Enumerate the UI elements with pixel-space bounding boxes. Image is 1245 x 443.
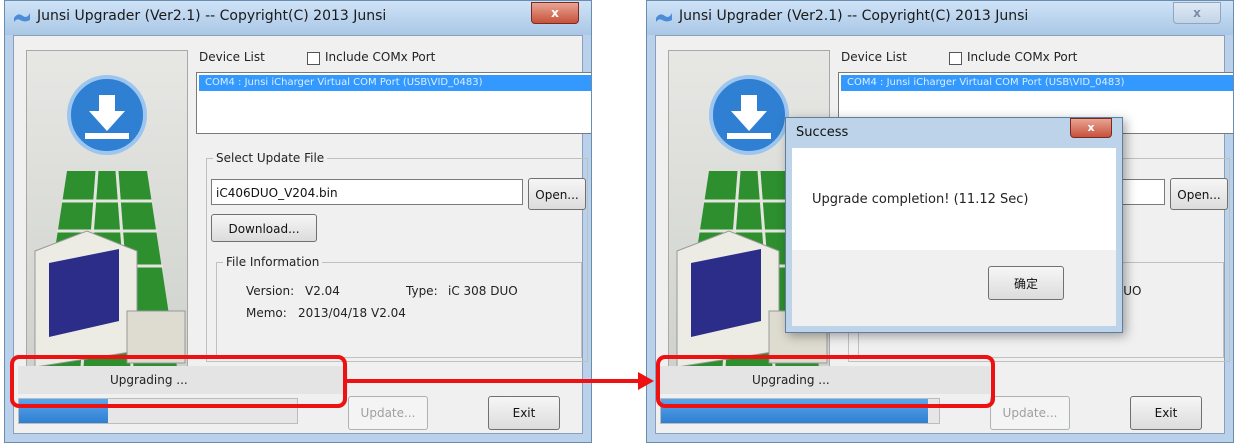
dialog-close-button[interactable]: x [1070,118,1112,138]
dialog-body: Upgrade completion! (11.12 Sec) [792,148,1116,250]
annotation-highlight-right [656,355,995,408]
dialog-message: Upgrade completion! (11.12 Sec) [812,192,1029,207]
type-value: iC 308 DUO [448,284,518,298]
window-title: Junsi Upgrader (Ver2.1) -- Copyright(C) … [37,8,387,24]
include-com-label: Include COMx Port [967,50,1078,64]
include-com-label: Include COMx Port [325,50,436,64]
open-button[interactable]: Open... [528,178,586,210]
device-listbox[interactable]: COM4 : Junsi iCharger Virtual COM Port (… [196,72,591,134]
close-button[interactable]: x [531,2,579,24]
memo-label: Memo: [246,306,287,320]
device-list-label: Device List [841,50,907,64]
version-value: V2.04 [305,284,340,298]
ok-button[interactable]: 确定 [988,266,1064,300]
include-com-checkbox[interactable] [949,52,962,65]
window-title: Junsi Upgrader (Ver2.1) -- Copyright(C) … [679,8,1029,24]
update-button[interactable]: Update... [990,396,1070,430]
include-com-checkbox[interactable] [307,52,320,65]
exit-button[interactable]: Exit [488,396,560,430]
dialog-title: Success [796,125,849,140]
memo-value: 2013/04/18 V2.04 [298,306,406,320]
dialog-footer: 确定 [792,250,1116,326]
annotation-arrow-head [638,372,654,390]
upgrade-illustration [26,50,188,368]
dialog-title-bar: Success x [786,118,1122,148]
open-button[interactable]: Open... [1170,178,1228,210]
select-update-file-label: Select Update File [213,151,328,165]
exit-button[interactable]: Exit [1130,396,1202,430]
annotation-highlight-left [10,355,347,408]
version-label: Version: [246,284,295,298]
success-dialog: Success x Upgrade completion! (11.12 Sec… [785,117,1123,333]
device-list-item[interactable]: COM4 : Junsi iCharger Virtual COM Port (… [841,75,1233,91]
update-button[interactable]: Update... [348,396,428,430]
app-icon [14,13,30,22]
type-label: Type: [406,284,438,298]
close-button[interactable]: x [1173,2,1221,24]
device-list-item[interactable]: COM4 : Junsi iCharger Virtual COM Port (… [199,75,591,91]
device-list-label: Device List [199,50,265,64]
download-button[interactable]: Download... [211,214,317,242]
file-path-field[interactable]: iC406DUO_V204.bin [211,179,523,205]
title-bar: Junsi Upgrader (Ver2.1) -- Copyright(C) … [5,1,591,35]
app-icon [656,13,672,22]
file-information-label: File Information [223,255,323,269]
title-bar: Junsi Upgrader (Ver2.1) -- Copyright(C) … [647,1,1233,35]
annotation-arrow-line [347,379,639,383]
